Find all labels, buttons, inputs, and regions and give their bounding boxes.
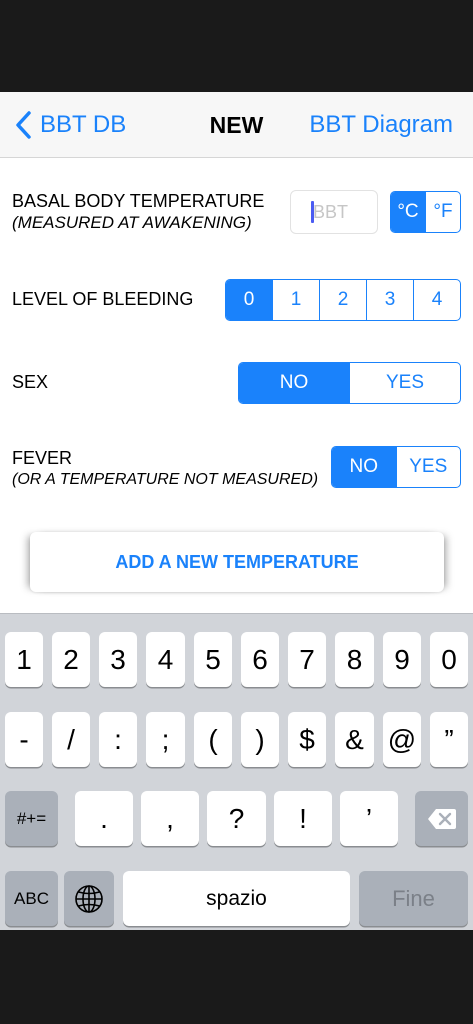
fever-segmented-control: NO YES — [331, 446, 461, 488]
key-open-paren[interactable]: ( — [194, 712, 232, 767]
key-1[interactable]: 1 — [5, 632, 43, 687]
key-semicolon[interactable]: ; — [146, 712, 185, 767]
unit-segmented-control: °C °F — [390, 191, 461, 233]
fever-sublabel: (OR A TEMPERATURE NOT MEASURED) — [12, 471, 319, 488]
sex-label: SEX — [12, 372, 49, 392]
key-dollar[interactable]: $ — [288, 712, 326, 767]
bleeding-segmented-control: 0 1 2 3 4 — [225, 279, 461, 321]
key-at[interactable]: @ — [383, 712, 421, 767]
fever-label-group: FEVER (OR A TEMPERATURE NOT MEASURED) — [12, 447, 318, 491]
space-key[interactable]: spazio — [123, 871, 350, 926]
sex-segmented-control: NO YES — [238, 362, 461, 404]
backspace-icon — [427, 808, 456, 829]
bottom-bezel — [0, 930, 473, 1024]
unit-celsius-option[interactable]: °C — [391, 192, 425, 232]
key-close-paren[interactable]: ) — [241, 712, 279, 767]
sex-option-no[interactable]: NO — [239, 363, 349, 403]
key-period[interactable]: . — [75, 791, 133, 846]
key-slash[interactable]: / — [52, 712, 90, 767]
key-apostrophe[interactable]: ’ — [340, 791, 398, 846]
key-9[interactable]: 9 — [383, 632, 421, 687]
unit-fahrenheit-option[interactable]: °F — [425, 192, 460, 232]
key-more-symbols[interactable]: #+= — [5, 791, 58, 846]
back-button[interactable]: BBT DB — [14, 108, 126, 142]
bleeding-option-0[interactable]: 0 — [226, 280, 272, 320]
bleeding-option-1[interactable]: 1 — [272, 280, 319, 320]
text-cursor — [311, 201, 314, 223]
key-quote[interactable]: ” — [430, 712, 468, 767]
globe-icon — [75, 884, 103, 913]
key-ampersand[interactable]: & — [335, 712, 374, 767]
bbt-sublabel: (MEASURED AT AWAKENING) — [12, 213, 252, 232]
navigation-bar: BBT DB NEW BBT Diagram — [0, 92, 473, 158]
numeric-keyboard: 1 2 3 4 5 6 7 8 9 0 - / : ; ( ) $ & @ ” … — [0, 613, 473, 930]
bleeding-option-2[interactable]: 2 — [319, 280, 366, 320]
temperature-form: BASAL BODY TEMPERATURE (MEASURED AT AWAK… — [0, 158, 473, 613]
back-button-label: BBT DB — [40, 111, 127, 138]
key-6[interactable]: 6 — [241, 632, 279, 687]
key-2[interactable]: 2 — [52, 632, 90, 687]
fever-option-yes[interactable]: YES — [395, 447, 461, 487]
key-8[interactable]: 8 — [335, 632, 374, 687]
key-exclamation[interactable]: ! — [274, 791, 332, 846]
done-key[interactable]: Fine — [359, 871, 468, 926]
key-colon[interactable]: : — [99, 712, 137, 767]
key-question[interactable]: ? — [207, 791, 266, 846]
key-hyphen[interactable]: - — [5, 712, 43, 767]
sex-option-yes[interactable]: YES — [349, 363, 460, 403]
bleeding-option-4[interactable]: 4 — [413, 280, 460, 320]
key-4[interactable]: 4 — [146, 632, 185, 687]
globe-key[interactable] — [64, 871, 114, 926]
bbt-label: BASAL BODY TEMPERATURE — [12, 191, 265, 211]
bleeding-label: LEVEL OF BLEEDING — [12, 289, 194, 309]
key-abc[interactable]: ABC — [5, 871, 58, 926]
key-5[interactable]: 5 — [194, 632, 232, 687]
bleeding-option-3[interactable]: 3 — [366, 280, 413, 320]
fever-label: FEVER — [12, 448, 73, 468]
fever-option-no[interactable]: NO — [332, 447, 396, 487]
bbt-diagram-button[interactable]: BBT Diagram — [309, 108, 453, 142]
add-new-temperature-button[interactable]: ADD A NEW TEMPERATURE — [30, 532, 444, 592]
key-3[interactable]: 3 — [99, 632, 137, 687]
status-bar-area — [0, 0, 473, 92]
key-comma[interactable]: , — [141, 791, 199, 846]
bbt-input[interactable] — [290, 190, 378, 234]
chevron-left-icon — [16, 111, 31, 139]
key-0[interactable]: 0 — [430, 632, 468, 687]
bbt-label-group: BASAL BODY TEMPERATURE (MEASURED AT AWAK… — [12, 190, 264, 234]
key-7[interactable]: 7 — [288, 632, 326, 687]
delete-key[interactable] — [415, 791, 468, 846]
